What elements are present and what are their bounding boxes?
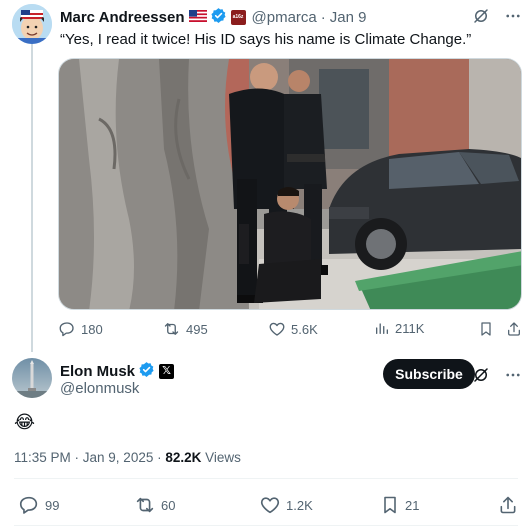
tweet-text: 😂 — [14, 412, 36, 432]
repost-button[interactable]: 495 — [162, 320, 208, 338]
bookmark-button[interactable]: 21 — [380, 494, 419, 516]
x-affiliation-icon[interactable]: 𝕏 — [159, 364, 175, 379]
bookmark-count: 21 — [405, 497, 420, 513]
verified-badge-icon[interactable] — [138, 361, 155, 382]
reply-count: 99 — [45, 497, 60, 513]
like-count: 1.2K — [286, 497, 313, 513]
reply-button[interactable]: 99 — [18, 494, 59, 516]
tweet-timestamp[interactable]: 11:35 PM · Jan 9, 2025 · — [14, 450, 165, 465]
author-name[interactable]: Marc Andreessen — [60, 9, 185, 26]
author-handle[interactable]: @pmarca — [252, 9, 317, 26]
avatar-image — [12, 4, 52, 44]
separator-dot: · — [320, 8, 326, 26]
main-tweet-top-icons — [472, 366, 522, 389]
parent-tweet-actions: 180 495 5.6K 211K — [58, 320, 522, 340]
more-options-icon[interactable] — [504, 366, 522, 389]
bookmark-icon — [481, 322, 491, 336]
subscribe-button[interactable]: Subscribe — [383, 359, 475, 389]
reply-count: 180 — [81, 321, 103, 337]
grok-icon[interactable] — [472, 366, 490, 389]
main-tweet-author: Elon Musk 𝕏 — [60, 361, 175, 382]
photo-image — [59, 59, 521, 309]
bookmark-button[interactable] — [478, 320, 494, 338]
avatar[interactable] — [12, 4, 52, 44]
repost-button[interactable]: 60 — [134, 494, 175, 516]
bookmark-icon — [384, 496, 396, 514]
views-count[interactable]: 82.2K — [165, 450, 201, 465]
affiliation-badge-icon[interactable]: a16z — [230, 9, 246, 25]
tweet-date[interactable]: Jan 9 — [330, 9, 367, 26]
avatar[interactable] — [12, 358, 52, 398]
avatar-image — [12, 358, 52, 398]
repost-count: 495 — [186, 321, 208, 337]
thread-line — [31, 44, 33, 352]
like-count: 5.6K — [291, 321, 318, 337]
views-count: 211K — [395, 320, 425, 336]
like-button[interactable]: 5.6K — [268, 320, 318, 338]
author-handle[interactable]: @elonmusk — [60, 380, 139, 397]
parent-tweet[interactable]: Marc Andreessen a16z @pmarca · Jan 9 “Ye… — [0, 0, 532, 352]
views-chart-icon — [376, 323, 388, 334]
repost-count: 60 — [161, 497, 176, 513]
like-button[interactable]: 1.2K — [259, 494, 313, 516]
heart-icon — [269, 322, 285, 336]
reply-icon — [19, 496, 38, 514]
share-button[interactable] — [506, 320, 522, 338]
author-name[interactable]: Elon Musk — [60, 363, 135, 380]
parent-tweet-header: Marc Andreessen a16z @pmarca · Jan 9 — [60, 7, 366, 27]
repost-icon — [136, 497, 154, 513]
share-icon — [500, 496, 516, 514]
divider — [14, 478, 518, 479]
heart-icon — [260, 497, 280, 514]
verified-badge-icon[interactable] — [210, 7, 227, 28]
tweet-text: “Yes, I read it twice! His ID says his n… — [60, 31, 472, 48]
views-label: Views — [201, 450, 241, 465]
tweet-metadata: 11:35 PM · Jan 9, 2025 · 82.2K Views — [14, 450, 241, 465]
repost-icon — [164, 323, 179, 335]
share-icon — [508, 322, 520, 336]
main-tweet-actions: 99 60 1.2K 21 — [14, 494, 524, 514]
tweet-photo[interactable] — [58, 58, 522, 310]
parent-tweet-top-icons — [472, 7, 522, 30]
us-flag-icon — [188, 9, 207, 26]
views-button[interactable]: 211K — [374, 320, 424, 336]
grok-icon[interactable] — [472, 7, 490, 30]
more-options-icon[interactable] — [504, 7, 522, 30]
reply-icon — [59, 322, 74, 337]
reply-button[interactable]: 180 — [58, 320, 103, 338]
share-button[interactable] — [498, 494, 518, 516]
